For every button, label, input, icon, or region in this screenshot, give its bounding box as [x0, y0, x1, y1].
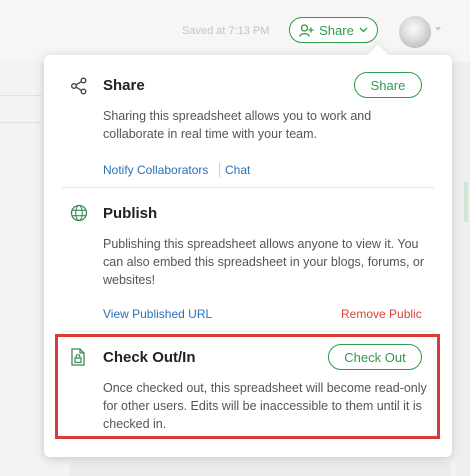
remove-public-link[interactable]: Remove Public — [341, 307, 422, 321]
share-icon — [70, 77, 88, 100]
globe-icon — [70, 204, 88, 227]
background-gridline — [0, 122, 42, 123]
background-sheet-footer — [70, 462, 450, 476]
notify-collaborators-link[interactable]: Notify Collaborators — [103, 163, 208, 177]
section-divider — [62, 331, 434, 332]
share-button[interactable]: Share — [354, 72, 422, 98]
view-published-url-link[interactable]: View Published URL — [103, 307, 212, 321]
avatar[interactable] — [399, 16, 431, 48]
share-description: Sharing this spreadsheet allows you to w… — [103, 109, 372, 141]
share-dropdown-label: Share — [319, 22, 354, 38]
highlight-box — [55, 334, 440, 439]
background-cell-highlight — [464, 182, 468, 222]
publish-description: Publishing this spreadsheet allows anyon… — [103, 237, 425, 287]
background-gridline — [0, 95, 42, 96]
background-sheet-edge — [456, 62, 470, 476]
add-user-icon — [299, 23, 314, 37]
section-divider — [62, 187, 434, 188]
share-title: Share — [103, 77, 145, 94]
share-dropdown-panel: Share Share Sharing this spreadsheet all… — [44, 44, 452, 457]
chat-link[interactable]: Chat — [225, 163, 250, 177]
share-dropdown-button[interactable]: Share — [289, 17, 378, 43]
publish-title: Publish — [103, 205, 158, 222]
chevron-down-icon — [359, 27, 368, 33]
saved-status: Saved at 7:13 PM — [182, 25, 270, 37]
link-separator — [219, 163, 220, 177]
avatar-menu-caret[interactable] — [435, 27, 441, 31]
